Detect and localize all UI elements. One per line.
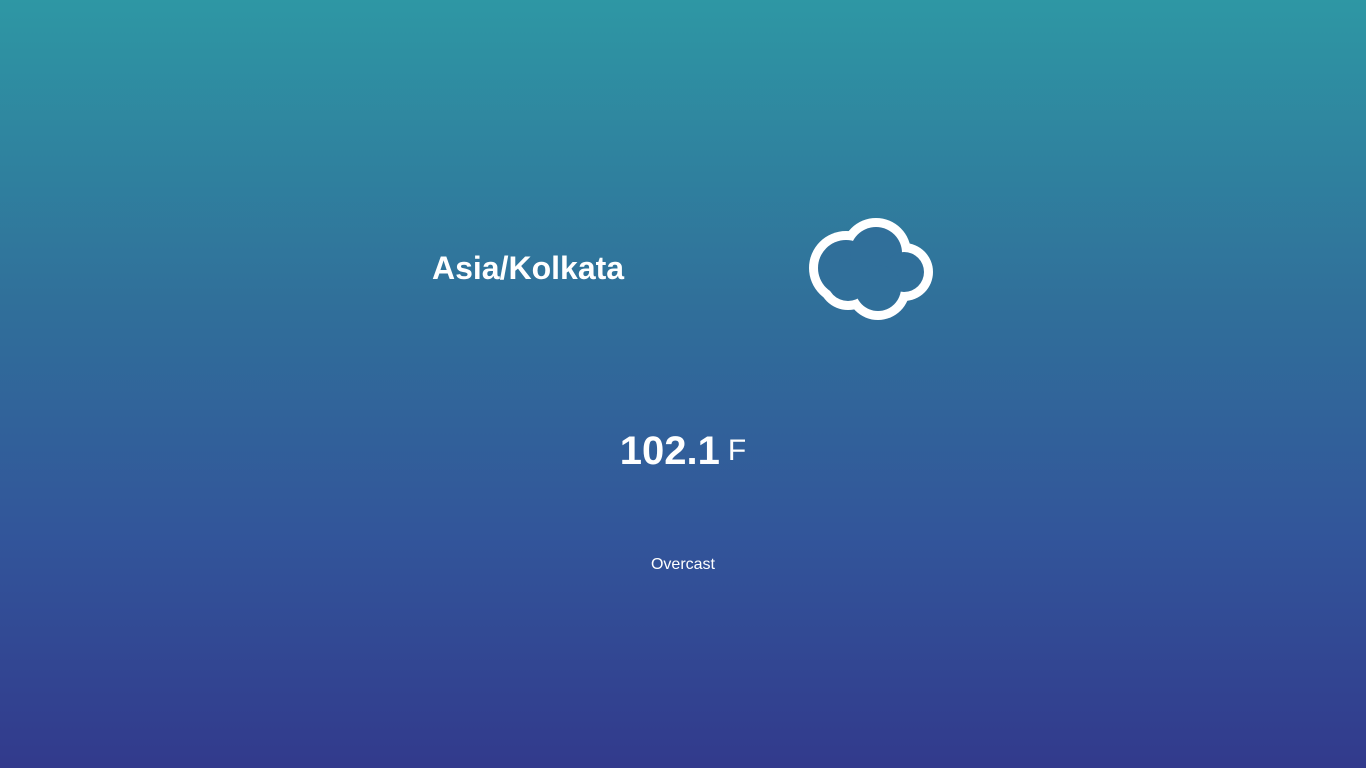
location-timezone: Asia/Kolkata	[432, 250, 625, 286]
temperature-unit: F	[727, 434, 747, 467]
temperature-display: 102.1 F	[0, 426, 1366, 476]
weather-summary: Overcast	[650, 556, 715, 573]
cloud-icon	[806, 214, 938, 326]
temperature-value: 102.1	[619, 429, 720, 473]
